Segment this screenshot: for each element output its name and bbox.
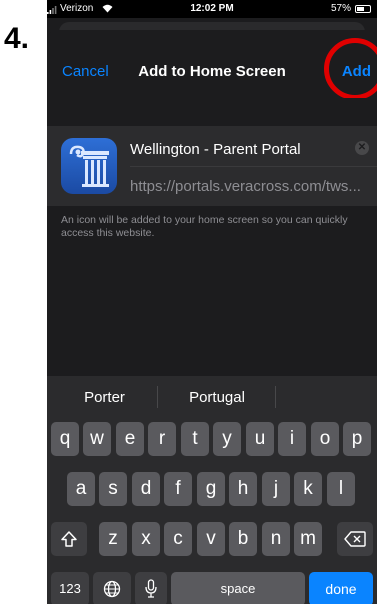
globe-key[interactable] (93, 572, 131, 604)
card-divider (130, 166, 377, 167)
clear-icon[interactable]: ✕ (355, 141, 369, 155)
space-key[interactable]: space (171, 572, 305, 604)
phone-screen: Verizon 12:02 PM 57% Cancel Add to Home … (47, 0, 377, 604)
key-b[interactable]: b (229, 522, 257, 556)
key-l[interactable]: l (327, 472, 355, 506)
section-spacer (47, 98, 377, 126)
highlight-circle (324, 38, 377, 100)
bookmark-card: Wellington - Parent Portal ✕ https://por… (47, 126, 377, 206)
battery-icon (355, 5, 371, 13)
status-bar: Verizon 12:02 PM 57% (47, 0, 377, 18)
dictation-key[interactable] (135, 572, 167, 604)
key-t[interactable]: t (181, 422, 209, 456)
key-h[interactable]: h (229, 472, 257, 506)
key-k[interactable]: k (294, 472, 322, 506)
backspace-icon (344, 531, 366, 547)
app-icon (61, 138, 117, 194)
suggestion-2[interactable]: Portugal (167, 389, 267, 406)
key-a[interactable]: a (67, 472, 95, 506)
key-c[interactable]: c (164, 522, 192, 556)
numbers-key[interactable]: 123 (51, 572, 89, 604)
globe-icon (103, 580, 121, 598)
done-key[interactable]: done (309, 572, 373, 604)
key-e[interactable]: e (116, 422, 144, 456)
key-s[interactable]: s (99, 472, 127, 506)
key-o[interactable]: o (311, 422, 339, 456)
microphone-icon (145, 579, 157, 598)
step-number: 4. (4, 22, 30, 55)
suggestion-divider (275, 386, 276, 408)
backspace-key[interactable] (337, 522, 373, 556)
hint-text: An icon will be added to your home scree… (61, 214, 348, 239)
app-icon-column (69, 145, 109, 187)
shift-key[interactable] (51, 522, 87, 556)
key-p[interactable]: p (343, 422, 371, 456)
app-url: https://portals.veracross.com/tws... (130, 178, 361, 195)
key-x[interactable]: x (132, 522, 160, 556)
key-n[interactable]: n (262, 522, 290, 556)
key-m[interactable]: m (294, 522, 322, 556)
key-q[interactable]: q (51, 422, 79, 456)
key-i[interactable]: i (278, 422, 306, 456)
app-name-field[interactable]: Wellington - Parent Portal (130, 141, 301, 158)
key-j[interactable]: j (262, 472, 290, 506)
key-g[interactable]: g (197, 472, 225, 506)
shift-icon (61, 531, 77, 547)
key-d[interactable]: d (132, 472, 160, 506)
key-z[interactable]: z (99, 522, 127, 556)
key-f[interactable]: f (164, 472, 192, 506)
keyboard: Porter Portugal q w e r t y u i o p a s … (47, 376, 377, 604)
battery-percent: 57% (330, 3, 351, 14)
key-y[interactable]: y (213, 422, 241, 456)
suggestion-divider (157, 386, 158, 408)
suggestion-bar: Porter Portugal (47, 376, 377, 418)
status-time: 12:02 PM (190, 3, 234, 14)
key-r[interactable]: r (148, 422, 176, 456)
key-u[interactable]: u (246, 422, 274, 456)
key-v[interactable]: v (197, 522, 225, 556)
suggestion-1[interactable]: Porter (62, 389, 147, 406)
key-w[interactable]: w (83, 422, 111, 456)
navigation-bar: Cancel Add to Home Screen Add (47, 30, 377, 100)
